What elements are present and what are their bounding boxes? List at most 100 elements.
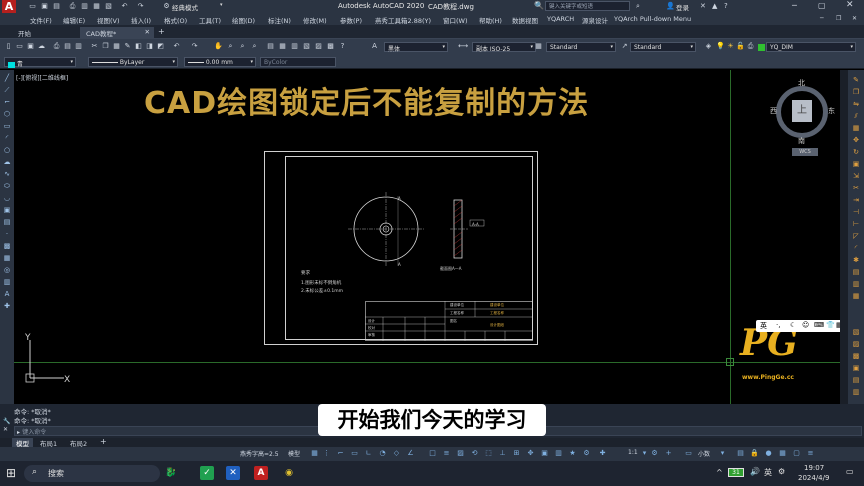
print-layer-icon[interactable]: ⎙	[746, 42, 755, 51]
menu-help[interactable]: 帮助(H)	[479, 15, 502, 25]
table-style-icon[interactable]: ▦	[534, 42, 543, 51]
chrome-icon[interactable]: ◉	[282, 466, 296, 480]
construction-line-icon[interactable]: ⟋	[2, 86, 12, 95]
ime-settings-icon[interactable]: ⚙	[778, 467, 785, 476]
menu-edit[interactable]: 编辑(E)	[63, 15, 85, 25]
menu-modify[interactable]: 修改(M)	[303, 15, 327, 25]
autoscale-icon[interactable]: ▥	[554, 449, 563, 458]
dynucs-icon[interactable]: ⊥	[498, 449, 507, 458]
scale-status[interactable]: 1:1	[628, 449, 638, 459]
array-icon[interactable]: ▦	[851, 124, 861, 133]
move-icon[interactable]: ✥	[851, 136, 861, 145]
polyline-icon[interactable]: ⌐	[2, 98, 12, 107]
menu-yqarch-pulldown[interactable]: YQArch Pull-down Menu	[614, 15, 691, 23]
properties-icon[interactable]: ▤	[266, 42, 275, 51]
ime-punct-icon[interactable]: ·,	[776, 321, 780, 329]
ime-keyboard-icon[interactable]: ⌨	[814, 321, 824, 329]
menu-dimension[interactable]: 标注(N)	[268, 15, 291, 25]
line-icon[interactable]: ╱	[2, 74, 12, 83]
tool-24-icon[interactable]: ▤	[851, 376, 861, 385]
menu-insert[interactable]: 插入(I)	[131, 15, 151, 25]
blue-app-icon[interactable]: ✕	[226, 466, 240, 480]
zoom-realtime-icon[interactable]: ⌕	[226, 42, 235, 51]
copy-icon[interactable]: ❐	[101, 42, 110, 51]
units-status[interactable]: 小数	[698, 449, 710, 459]
annotation-scale-icon[interactable]: ⚙	[650, 449, 659, 458]
table-style-dropdown[interactable]: Standard ▾	[546, 42, 616, 52]
break-icon[interactable]: ⊣	[851, 208, 861, 217]
volume-icon[interactable]: 🔊	[750, 467, 760, 476]
rectangle-icon[interactable]: ▭	[2, 122, 12, 131]
cut-icon[interactable]: ✂	[90, 42, 99, 51]
grid-icon[interactable]: ▦	[310, 449, 319, 458]
battery-indicator[interactable]: 31	[728, 468, 744, 477]
menu-view[interactable]: 视图(V)	[97, 15, 120, 25]
tool-19-icon[interactable]: ▦	[851, 292, 861, 301]
fillet-icon[interactable]: ◜	[851, 244, 861, 253]
command-close-icon[interactable]: ✕	[3, 426, 8, 433]
new-icon[interactable]: ▯	[4, 42, 13, 51]
user-icon[interactable]: 👤	[666, 2, 675, 10]
workspace-switch-icon[interactable]: ⚙	[582, 449, 591, 458]
clock-time[interactable]: 19:07	[804, 464, 824, 472]
tool-25-icon[interactable]: ▥	[851, 388, 861, 397]
menu-minimize-icon[interactable]: ─	[820, 15, 824, 22]
menu-window[interactable]: 窗口(W)	[443, 15, 468, 25]
ime-moon-icon[interactable]: ☾	[790, 321, 796, 329]
a360-icon[interactable]: ▲	[712, 2, 717, 10]
undo-toolbar-icon[interactable]: ↶	[172, 42, 181, 51]
wrench-icon[interactable]: 🔧	[3, 418, 10, 425]
table-icon[interactable]: ▥	[2, 278, 12, 287]
explode-icon[interactable]: ✱	[851, 256, 861, 265]
ellipse-icon[interactable]: ⬭	[2, 182, 12, 191]
bulb-icon[interactable]: 💡	[716, 42, 725, 51]
clock-date[interactable]: 2024/4/9	[798, 474, 829, 482]
text-icon[interactable]: A	[2, 290, 12, 299]
annotation-visibility-icon[interactable]: ▣	[540, 449, 549, 458]
ellipse-arc-icon[interactable]: ◡	[2, 194, 12, 203]
print-file-icon[interactable]: ⎙	[52, 42, 61, 51]
menu-format[interactable]: 格式(O)	[164, 15, 187, 25]
tool-20-icon[interactable]: ▧	[851, 328, 861, 337]
arc-icon[interactable]: ◜	[2, 134, 12, 143]
gradient-icon[interactable]: ▦	[2, 254, 12, 263]
windows-start-icon[interactable]: ⊞	[6, 466, 16, 480]
point-icon[interactable]: ·	[2, 230, 12, 239]
region-icon[interactable]: ◎	[2, 266, 12, 275]
gear-icon[interactable]: ⚙	[162, 2, 171, 11]
text-style-icon[interactable]: A	[370, 42, 379, 51]
cloud-icon[interactable]: ☁	[37, 42, 46, 51]
3dosnap-icon[interactable]: ⬚	[484, 449, 493, 458]
canvas-vscroll[interactable]	[840, 70, 848, 404]
viewcube[interactable]: 北 南 西 东 上 WCS	[770, 76, 836, 156]
units-dropdown-icon[interactable]: ▾	[718, 449, 727, 458]
ime-smile-icon[interactable]: ☺	[802, 321, 809, 329]
mirror-icon[interactable]: ⇋	[851, 100, 861, 109]
copy-object-icon[interactable]: ❐	[851, 88, 861, 97]
sheetset-icon[interactable]: ▧	[302, 42, 311, 51]
open-file-icon[interactable]: ▭	[15, 42, 24, 51]
tab-cad-tutorial[interactable]: CAD教程* ✕	[80, 27, 154, 38]
hatch-icon[interactable]: ▩	[2, 242, 12, 251]
lock-ui-icon[interactable]: 🔒	[750, 449, 759, 458]
lock-icon[interactable]: 🔓	[736, 42, 745, 51]
block-icon[interactable]: ◧	[134, 42, 143, 51]
tab-start[interactable]: 开始	[12, 27, 37, 38]
add-selected-icon[interactable]: ✚	[2, 302, 12, 311]
plot-icon[interactable]: ▦	[92, 2, 101, 11]
menu-yqarch[interactable]: YQARCH	[547, 15, 574, 23]
dim-style-dropdown[interactable]: 副本 ISO-25 ▾	[472, 42, 536, 53]
menu-close-icon[interactable]: ✕	[852, 15, 857, 22]
clean-screen-icon[interactable]: ▢	[792, 449, 801, 458]
paste-icon[interactable]: ▦	[112, 42, 121, 51]
match-icon[interactable]: ✎	[123, 42, 132, 51]
annoscale-icon[interactable]: ★	[568, 449, 577, 458]
help-toolbar-icon[interactable]: ?	[338, 42, 347, 51]
infer-icon[interactable]: ⌐	[336, 449, 345, 458]
extend-icon[interactable]: ⇥	[851, 196, 861, 205]
save-icon[interactable]: ▣	[40, 2, 49, 11]
autocad-logo-icon[interactable]: A	[2, 0, 16, 13]
minimize-icon[interactable]: ─	[792, 1, 797, 10]
osnap-icon[interactable]: □	[428, 449, 437, 458]
polygon-icon[interactable]: ⬡	[2, 110, 12, 119]
